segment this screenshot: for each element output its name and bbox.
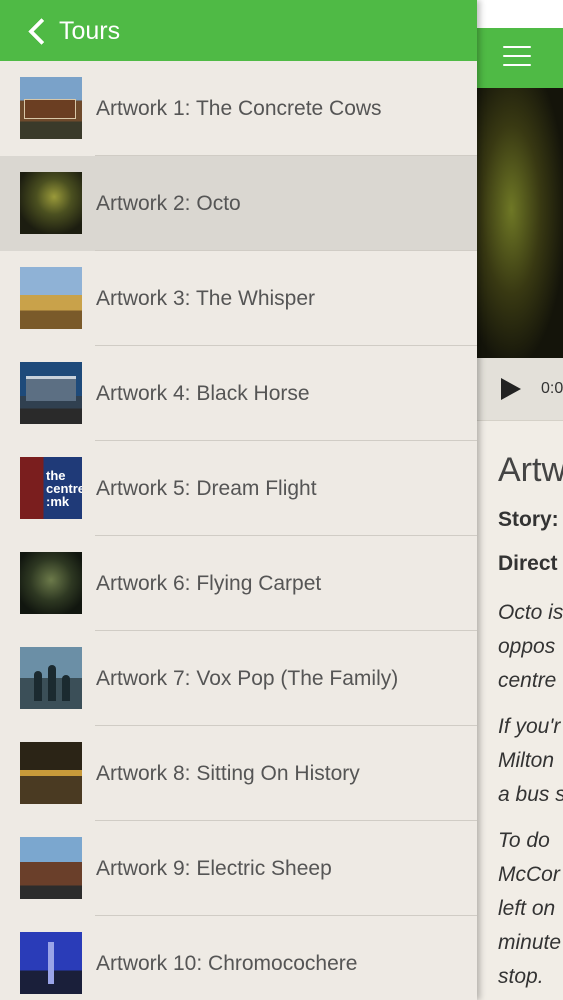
artwork-list-item[interactable]: Artwork 7: Vox Pop (The Family) (0, 631, 477, 726)
artwork-title: Artwork 3: The Whisper (96, 287, 316, 310)
back-button[interactable]: Tours (28, 14, 120, 48)
artwork-thumbnail (20, 267, 82, 329)
artwork-title: Artwork 10: Chromocochere (96, 952, 358, 975)
back-label: Tours (59, 16, 121, 45)
detail-body: Artw Story: Direct Octo is oppos centre … (477, 421, 563, 994)
directions-paragraph: To do McCor left on minute stop. (498, 829, 562, 988)
artwork-list-item[interactable]: Artwork 8: Sitting On History (0, 726, 477, 821)
artwork-thumbnail (20, 77, 82, 139)
detail-header (477, 28, 563, 88)
hamburger-menu-icon[interactable] (503, 46, 531, 66)
directions-label: Direct (498, 552, 558, 575)
artwork-list-item[interactable]: the centre:mk Artwork 5: Dream Flight (0, 441, 477, 536)
artwork-title: Artwork 4: Black Horse (96, 382, 310, 405)
play-icon[interactable] (501, 378, 521, 400)
artwork-list-item[interactable]: Artwork 10: Chromocochere (0, 916, 477, 1000)
artwork-thumbnail: the centre:mk (20, 457, 82, 519)
artwork-list-item[interactable]: Artwork 1: The Concrete Cows (0, 61, 477, 156)
artwork-hero-image (477, 88, 563, 358)
artwork-thumbnail (20, 837, 82, 899)
detail-title: Artw (498, 451, 563, 489)
artwork-title: Artwork 8: Sitting On History (96, 762, 360, 785)
artwork-thumbnail (20, 647, 82, 709)
artwork-list-item[interactable]: Artwork 9: Electric Sheep (0, 821, 477, 916)
artwork-detail-page: 0:0 Artw Story: Direct Octo is oppos cen… (477, 0, 563, 1000)
artwork-title: Artwork 6: Flying Carpet (96, 572, 322, 595)
artwork-title: Artwork 9: Electric Sheep (96, 857, 332, 880)
artwork-thumbnail (20, 552, 82, 614)
tours-drawer: Tours Artwork 1: The Concrete Cows Artwo… (0, 0, 477, 1000)
chevron-left-icon (28, 17, 55, 45)
audio-player: 0:0 (477, 358, 563, 421)
audio-time: 0:0 (541, 380, 563, 397)
artwork-list-item[interactable]: Artwork 6: Flying Carpet (0, 536, 477, 631)
directions-paragraph: If you'r Milton a bus s (498, 715, 563, 806)
story-label: Story: (498, 508, 559, 531)
artwork-thumbnail (20, 742, 82, 804)
artwork-title: Artwork 7: Vox Pop (The Family) (96, 667, 399, 690)
artwork-list: Artwork 1: The Concrete Cows Artwork 2: … (0, 61, 477, 1000)
artwork-list-item-selected[interactable]: Artwork 2: Octo (0, 156, 477, 251)
artwork-title: Artwork 2: Octo (96, 192, 241, 215)
artwork-list-item[interactable]: Artwork 4: Black Horse (0, 346, 477, 441)
museum-sign (24, 99, 76, 119)
artwork-title: Artwork 1: The Concrete Cows (96, 97, 382, 120)
artwork-thumbnail (20, 932, 82, 994)
artwork-thumbnail (20, 362, 82, 424)
artwork-thumbnail (20, 172, 82, 234)
status-strip (477, 0, 563, 28)
artwork-list-item[interactable]: Artwork 3: The Whisper (0, 251, 477, 346)
directions-paragraph: Octo is oppos centre (498, 601, 563, 692)
artwork-title: Artwork 5: Dream Flight (96, 477, 317, 500)
drawer-header: Tours (0, 0, 477, 61)
